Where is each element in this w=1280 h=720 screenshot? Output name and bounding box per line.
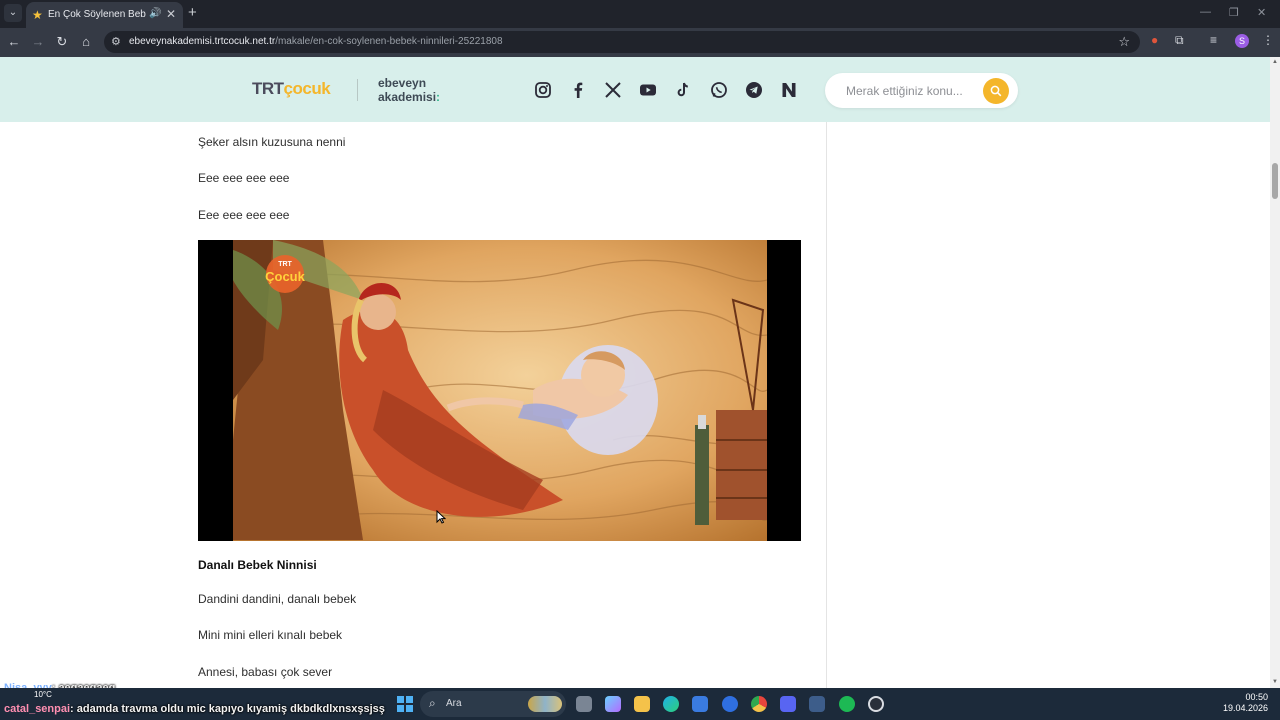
- logo-ea-line2: akademisi: [378, 90, 437, 104]
- app-icon[interactable]: [722, 696, 738, 712]
- task-view-icon[interactable]: [576, 696, 592, 712]
- clock-date: 19.04.2026: [1222, 703, 1268, 713]
- ebeveyn-akademisi-logo[interactable]: ebeveyn akademisi:: [378, 76, 440, 104]
- video-frame: TRT Çocuk: [233, 240, 767, 541]
- file-explorer-icon[interactable]: [634, 696, 650, 712]
- site-info-icon[interactable]: ⚙: [111, 35, 121, 48]
- maximize-icon[interactable]: ❐: [1229, 6, 1239, 19]
- tab-search-button[interactable]: ⌄: [4, 4, 22, 22]
- extension-icon[interactable]: ●: [1151, 33, 1158, 47]
- window-close-icon[interactable]: ✕: [1257, 6, 1266, 19]
- star-icon: ★: [32, 8, 43, 22]
- tab-strip: ⌄ ★ En Çok Söylenen Bebek Ninnileri 🔊 ✕ …: [0, 0, 1280, 28]
- store-icon[interactable]: [692, 696, 708, 712]
- search-highlight-art: [528, 696, 562, 712]
- page-scrollbar[interactable]: ▲ ▼: [1270, 57, 1280, 688]
- instagram-icon[interactable]: [533, 80, 553, 100]
- scroll-down-icon[interactable]: ▼: [1272, 679, 1278, 685]
- minimize-icon[interactable]: —: [1200, 6, 1211, 18]
- whatsapp-icon[interactable]: [709, 80, 729, 100]
- edge-icon[interactable]: [663, 696, 679, 712]
- x-icon[interactable]: [603, 80, 623, 100]
- article-content: Şeker alsın kuzusuna nenni Eee eee eee e…: [0, 122, 1270, 688]
- lyric-line: Annesi, babası çok sever: [198, 665, 333, 679]
- video-player[interactable]: TRT Çocuk: [198, 240, 801, 541]
- lyric-line: Eee eee eee eee: [198, 171, 290, 185]
- bookmark-star-icon[interactable]: ☆: [1118, 34, 1130, 50]
- lyric-line: Mini mini elleri kınalı bebek: [198, 628, 343, 642]
- steam-icon[interactable]: [868, 696, 884, 712]
- reload-icon[interactable]: ↻: [53, 34, 71, 50]
- url-text[interactable]: ebeveynakademisi.trtcocuk.net.tr/makale/…: [129, 36, 503, 47]
- browser-toolbar: ← → ↻ ⌂ ⚙ ebeveynakademisi.trtcocuk.net.…: [0, 28, 1280, 57]
- video-logo-top: TRT: [278, 261, 292, 268]
- chat-user: catal_senpai: [4, 703, 71, 715]
- copilot-icon[interactable]: [605, 696, 621, 712]
- url-domain: ebeveynakademisi.trtcocuk.net.tr: [129, 36, 276, 47]
- start-tile: [397, 705, 404, 712]
- chat-text: : adamda travma oldu mic kapıyo kıyamiş …: [70, 703, 385, 715]
- site-search: Merak ettiğiniz konu...: [825, 73, 1018, 108]
- back-icon[interactable]: ←: [5, 34, 23, 49]
- site-header: TRTçocuk ebeveyn akademisi: Merak ettiği…: [0, 57, 1270, 122]
- spotify-icon[interactable]: [839, 696, 855, 712]
- search-input[interactable]: Merak ettiğiniz konu...: [846, 84, 963, 98]
- search-icon: [990, 85, 1002, 97]
- browser-tab[interactable]: ★ En Çok Söylenen Bebek Ninnileri 🔊 ✕: [26, 2, 183, 28]
- system-clock[interactable]: 00:50 19.04.2026: [1223, 692, 1268, 714]
- puzzle-icon[interactable]: ⧉: [1175, 33, 1184, 48]
- start-tile: [406, 696, 413, 703]
- url-path: /makale/en-cok-soylenen-bebek-ninnileri-…: [275, 36, 503, 47]
- clock-time: 00:50: [1245, 692, 1268, 702]
- logo-dots: :: [436, 90, 441, 104]
- address-bar[interactable]: ⚙ ebeveynakademisi.trtcocuk.net.tr/makal…: [104, 31, 1140, 53]
- trt-cocuk-logo[interactable]: TRTçocuk: [252, 79, 331, 99]
- speaker-icon[interactable]: 🔊: [149, 8, 161, 19]
- lyric-line: Dandini dandini, danalı bebek: [198, 592, 357, 606]
- scrollbar-thumb[interactable]: [1272, 163, 1278, 199]
- section-title: Danalı Bebek Ninnisi: [198, 558, 317, 572]
- discord-icon[interactable]: [780, 696, 796, 712]
- sidebar-divider: [826, 122, 827, 688]
- weather-widget[interactable]: 10°C: [34, 690, 52, 699]
- telegram-icon[interactable]: [744, 80, 764, 100]
- youtube-icon[interactable]: [638, 80, 658, 100]
- profile-avatar[interactable]: S: [1235, 34, 1249, 48]
- search-button[interactable]: [983, 78, 1009, 104]
- new-tab-button[interactable]: +: [188, 4, 197, 21]
- mouse-cursor-icon: [436, 510, 446, 524]
- menu-icon[interactable]: ⋮: [1262, 33, 1274, 47]
- media-control-icon[interactable]: ≡: [1210, 33, 1217, 47]
- windows-start-icon[interactable]: [397, 696, 413, 712]
- logo-trt-text: TRT: [252, 79, 284, 98]
- scroll-up-icon[interactable]: ▲: [1272, 59, 1278, 65]
- taskbar-search[interactable]: ⌕ Ara: [420, 691, 566, 717]
- app-icon-2[interactable]: [809, 696, 825, 712]
- video-logo-text: Çocuk: [265, 269, 306, 284]
- home-icon[interactable]: ⌂: [77, 34, 95, 49]
- tiktok-icon[interactable]: [673, 80, 693, 100]
- close-icon[interactable]: ✕: [166, 7, 176, 21]
- chrome-icon[interactable]: [751, 696, 767, 712]
- n-icon[interactable]: [779, 80, 799, 100]
- start-tile: [406, 705, 413, 712]
- tab-title: En Çok Söylenen Bebek Ninnileri: [48, 9, 146, 20]
- search-icon: ⌕: [429, 696, 436, 710]
- lyric-line: Eee eee eee eee: [198, 208, 290, 222]
- forward-icon[interactable]: →: [29, 34, 47, 49]
- logo-ea-line1: ebeveyn: [378, 76, 427, 90]
- logo-cocuk-text: çocuk: [283, 79, 331, 98]
- start-tile: [397, 696, 404, 703]
- taskbar-search-label: Ara: [446, 698, 462, 709]
- facebook-icon[interactable]: [568, 80, 588, 100]
- chat-message: catal_senpai: adamda travma oldu mic kap…: [4, 703, 385, 715]
- lyric-line: Şeker alsın kuzusuna nenni: [198, 135, 346, 149]
- logo-divider: [357, 79, 358, 101]
